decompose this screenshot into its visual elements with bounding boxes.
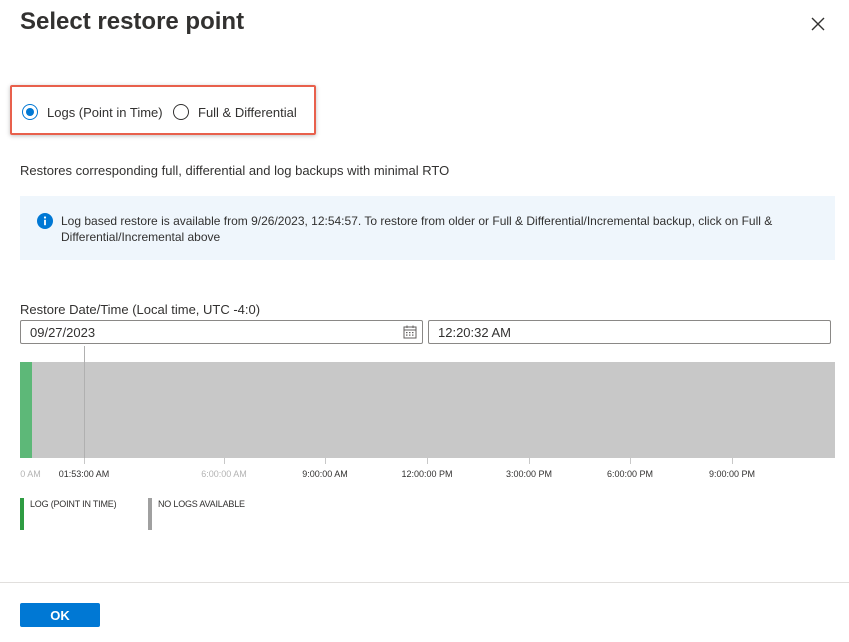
restore-timeline[interactable]	[20, 362, 835, 458]
axis-label: 6:00:00 PM	[606, 469, 654, 479]
axis-tick	[84, 458, 85, 464]
ok-button[interactable]: OK	[20, 603, 100, 627]
dialog-title: Select restore point	[20, 8, 245, 35]
legend-swatch	[20, 498, 24, 530]
restore-time-value: 12:20:32 AM	[438, 325, 511, 340]
axis-tick	[529, 458, 530, 464]
axis-label: 00 AM	[20, 469, 41, 479]
axis-label: 9:00:00 PM	[708, 469, 756, 479]
legend-label: NO LOGS AVAILABLE	[158, 499, 245, 509]
radio-logs-point-in-time[interactable]: Logs (Point in Time)	[22, 104, 163, 120]
radio-label: Logs (Point in Time)	[47, 104, 163, 120]
radio-unchecked-icon	[173, 104, 189, 120]
axis-tick	[224, 458, 225, 464]
restore-date-field[interactable]: 09/27/2023	[20, 320, 423, 344]
info-banner-text: Log based restore is available from 9/26…	[61, 214, 773, 244]
axis-label: 3:00:00 PM	[505, 469, 553, 479]
radio-label: Full & Differential	[198, 104, 297, 120]
axis-tick	[630, 458, 631, 464]
timeline-cursor[interactable]	[84, 346, 85, 464]
calendar-icon[interactable]	[403, 325, 417, 339]
timeline-log-segment	[20, 362, 32, 458]
close-icon[interactable]	[806, 12, 830, 36]
axis-label: 12:00:00 PM	[401, 469, 453, 479]
radio-checked-icon	[22, 104, 38, 120]
info-banner: Log based restore is available from 9/26…	[20, 196, 835, 260]
legend-swatch	[148, 498, 152, 530]
timeline-axis: 00 AM 01:53:00 AM 6:00:00 AM 9:00:00 AM …	[20, 458, 835, 488]
axis-tick	[325, 458, 326, 464]
info-icon	[37, 213, 53, 229]
axis-label: 9:00:00 AM	[302, 469, 348, 479]
restore-date-value: 09/27/2023	[30, 325, 96, 340]
legend-label: LOG (POINT IN TIME)	[30, 499, 117, 509]
footer-divider	[0, 582, 849, 583]
restore-datetime-label: Restore Date/Time (Local time, UTC -4:0)	[20, 302, 261, 317]
axis-label: 01:53:00 AM	[58, 469, 110, 479]
radio-full-differential[interactable]: Full & Differential	[173, 104, 297, 120]
axis-tick	[732, 458, 733, 464]
axis-tick	[427, 458, 428, 464]
axis-label: 6:00:00 AM	[201, 469, 247, 479]
restore-description: Restores corresponding full, differentia…	[20, 163, 450, 178]
restore-time-field[interactable]: 12:20:32 AM	[428, 320, 831, 344]
